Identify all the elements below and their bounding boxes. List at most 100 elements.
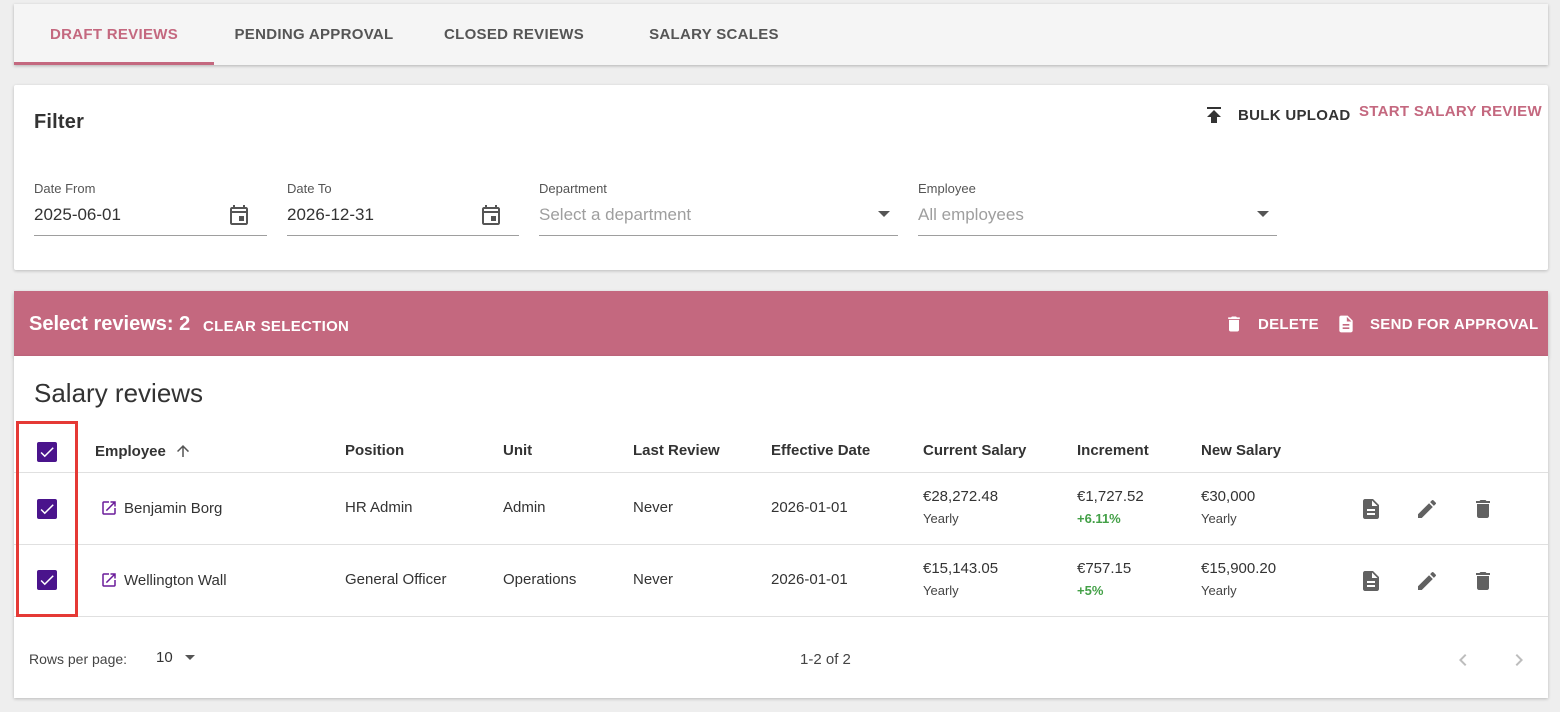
delete-label: DELETE [1258,315,1319,333]
open-in-new-icon[interactable] [100,499,118,517]
divider [14,544,1548,545]
employee-placeholder: All employees [918,205,1024,224]
divider [14,472,1548,473]
date-to-value[interactable]: 2026-12-31 [287,205,374,225]
column-header-current-salary[interactable]: Current Salary [923,442,1026,459]
employee-link[interactable]: Wellington Wall [100,571,227,589]
calendar-icon[interactable] [227,203,251,227]
filter-panel: Filter BULK UPLOAD START SALARY REVIEW D… [14,85,1548,270]
position-cell: General Officer [345,571,447,588]
check-icon [40,504,54,515]
unit-cell: Admin [503,499,546,516]
date-to-label: Date To [287,181,332,196]
table-title: Salary reviews [34,378,204,408]
rows-per-page-value: 10 [156,649,173,666]
current-salary-cell: €15,143.05 Yearly [923,560,998,598]
chevron-left-icon[interactable] [1451,648,1475,672]
employee-label: Employee [918,181,976,196]
arrow-up-icon[interactable] [174,442,192,460]
salary-reviews-table: Salary reviews Employee Position Unit La… [14,356,1548,698]
send-for-approval-button[interactable]: SEND FOR APPROVAL [1336,313,1538,335]
delete-button[interactable]: DELETE [1224,313,1319,335]
increment-value: €1,727.52 [1077,488,1144,505]
bulk-upload-button[interactable]: BULK UPLOAD [1202,103,1350,127]
row-checkbox[interactable] [37,570,57,590]
position-cell: HR Admin [345,499,413,516]
new-salary-cell: €30,000 Yearly [1201,488,1255,526]
chevron-right-icon[interactable] [1507,648,1531,672]
document-icon[interactable] [1359,569,1383,593]
selection-bar: Select reviews: 2 CLEAR SELECTION DELETE… [14,291,1548,356]
employee-name: Wellington Wall [124,571,227,589]
rows-per-page-label: Rows per page: [29,651,128,667]
column-header-increment[interactable]: Increment [1077,442,1149,459]
select-all-checkbox[interactable] [37,442,57,462]
department-label: Department [539,181,607,196]
tab-pending-approval[interactable]: PENDING APPROVAL [214,4,414,65]
column-header-new-salary[interactable]: New Salary [1201,442,1281,459]
open-in-new-icon[interactable] [100,571,118,589]
increment-percent: +5% [1077,583,1104,598]
column-header-employee[interactable]: Employee [95,442,192,460]
current-salary-cell: €28,272.48 Yearly [923,488,998,526]
date-to-field[interactable]: Date To 2026-12-31 [287,181,519,236]
document-icon [1339,315,1353,333]
chevron-down-icon[interactable] [878,211,890,217]
column-header-last-review[interactable]: Last Review [633,442,720,459]
pencil-icon[interactable] [1415,569,1439,593]
increment-percent: +6.11% [1077,511,1121,526]
column-header-position[interactable]: Position [345,442,404,459]
tab-closed-reviews[interactable]: CLOSED REVIEWS [414,4,614,65]
bulk-upload-label: BULK UPLOAD [1238,106,1351,124]
last-review-cell: Never [633,499,674,516]
clear-selection-button[interactable]: CLEAR SELECTION [203,318,349,335]
tab-bar: DRAFT REVIEWS PENDING APPROVAL CLOSED RE… [14,4,1548,65]
send-for-approval-label: SEND FOR APPROVAL [1370,315,1539,333]
rows-per-page-select[interactable]: 10 [156,649,195,666]
current-salary-period: Yearly [923,511,959,526]
increment-cell: €1,727.52 +6.11% [1077,488,1144,526]
employee-link[interactable]: Benjamin Borg [100,499,222,517]
new-salary-value: €30,000 [1201,488,1256,505]
document-icon[interactable] [1359,497,1383,521]
new-salary-cell: €15,900.20 Yearly [1201,560,1276,598]
chevron-down-icon[interactable] [1257,211,1269,217]
column-header-unit[interactable]: Unit [503,442,532,459]
effective-date-cell: 2026-01-01 [771,571,848,588]
start-salary-review-button[interactable]: START SALARY REVIEW [1359,103,1542,120]
pencil-icon[interactable] [1415,497,1439,521]
employee-name: Benjamin Borg [124,499,223,517]
new-salary-period: Yearly [1201,511,1237,526]
selection-count: Select reviews: 2 [29,313,191,335]
date-from-value[interactable]: 2025-06-01 [34,205,121,225]
trash-icon[interactable] [1471,569,1495,593]
row-checkbox[interactable] [37,499,57,519]
last-review-cell: Never [633,571,674,588]
chevron-down-icon[interactable] [184,655,195,660]
check-icon [40,575,54,586]
department-select[interactable]: Department Select a department [539,181,898,236]
calendar-icon[interactable] [479,203,503,227]
increment-value: €757.15 [1077,560,1132,577]
column-header-label: Employee [95,442,166,460]
employee-select[interactable]: Employee All employees [918,181,1277,236]
tab-indicator [14,62,214,65]
trash-icon[interactable] [1471,497,1495,521]
current-salary-value: €15,143.05 [923,560,999,577]
tab-salary-scales[interactable]: SALARY SCALES [614,4,814,65]
increment-cell: €757.15 +5% [1077,560,1131,598]
unit-cell: Operations [503,571,577,588]
page-info: 1-2 of 2 [800,651,851,668]
upload-icon [1207,107,1221,123]
divider [14,616,1548,617]
date-from-field[interactable]: Date From 2025-06-01 [34,181,267,236]
date-from-label: Date From [34,181,96,196]
tab-draft-reviews[interactable]: DRAFT REVIEWS [14,4,214,65]
effective-date-cell: 2026-01-01 [771,499,848,516]
filter-title: Filter [34,111,85,133]
current-salary-value: €28,272.48 [923,488,999,505]
check-icon [40,447,54,458]
new-salary-value: €15,900.20 [1201,560,1277,577]
column-header-effective-date[interactable]: Effective Date [771,442,870,459]
start-salary-review-label: START SALARY REVIEW [1359,103,1542,120]
